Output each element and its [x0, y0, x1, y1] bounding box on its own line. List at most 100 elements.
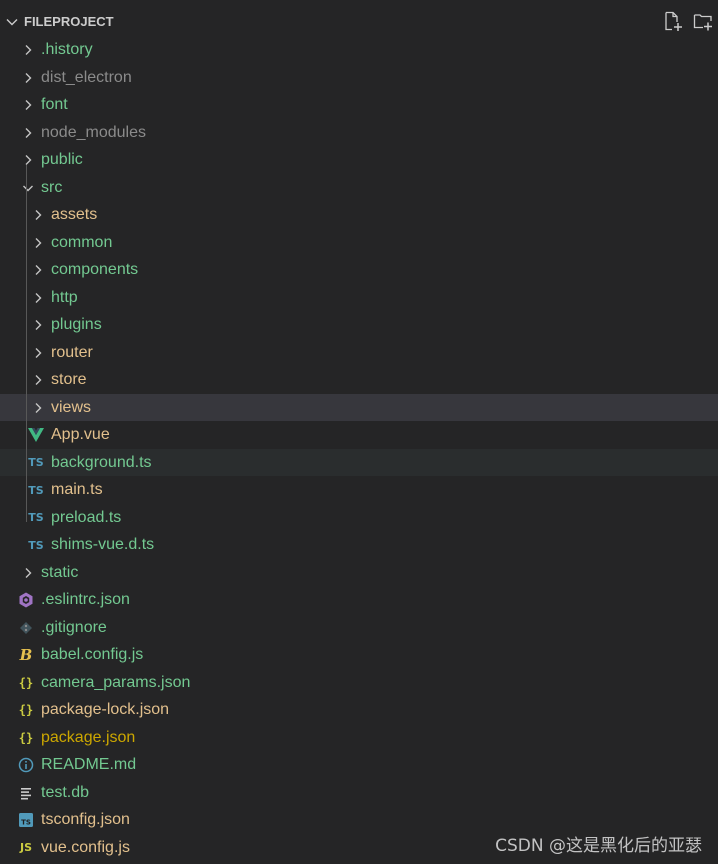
tree-item-label: plugins	[51, 316, 102, 333]
file-explorer: FILEPROJECT .history dist_electronfont nod…	[0, 0, 718, 864]
chevron-right-icon[interactable]	[21, 97, 35, 111]
file-item-main-ts[interactable]: TS main.ts	[0, 476, 718, 504]
file-tree: .history dist_electronfont node_modulespub…	[0, 36, 718, 861]
tree-item-label: font	[41, 96, 68, 113]
tree-item-label: package.json	[41, 728, 136, 746]
javascript-icon: JS	[19, 841, 32, 854]
tree-item-label: http	[51, 288, 78, 306]
file-item-gitignore[interactable]: .gitignore	[0, 614, 718, 642]
watermark: CSDN @这是黑化后的亚瑟	[495, 836, 702, 856]
tree-item-label: vue.config.js	[41, 838, 130, 856]
tree-item-label: babel.config.js	[41, 646, 144, 663]
explorer-actions	[662, 10, 714, 34]
project-title: FILEPROJECT	[24, 14, 114, 29]
folder-item-assets[interactable]: assets	[0, 201, 718, 229]
folder-item-node-modules[interactable]: node_modules	[0, 119, 718, 147]
tree-item-label: components	[51, 261, 139, 278]
lines-icon	[17, 784, 35, 802]
folder-item-history[interactable]: .history	[0, 36, 718, 64]
tree-item-label: preload.ts	[51, 508, 122, 526]
typescript-icon: TS	[28, 456, 44, 469]
tree-item-label: node_modules	[41, 123, 146, 141]
tree-item-label: router	[51, 343, 93, 361]
file-item-package-json[interactable]: {} package.json	[0, 724, 718, 752]
babel-icon: B	[19, 646, 33, 664]
file-item-app-vue[interactable]: App.vue	[0, 421, 718, 449]
chevron-right-icon[interactable]	[31, 317, 45, 331]
file-item-tsconfig-json[interactable]: TS tsconfig.json	[0, 806, 718, 834]
file-item-package-lock-json[interactable]: {} package-lock.json	[0, 696, 718, 724]
chevron-right-icon[interactable]	[31, 207, 45, 221]
folder-item-static[interactable]: static	[0, 559, 718, 587]
folder-item-public[interactable]: public	[0, 146, 718, 174]
typescript-icon: TS	[28, 511, 44, 524]
file-item-background-ts[interactable]: TS background.ts	[0, 448, 718, 476]
chevron-right-icon[interactable]	[21, 125, 35, 139]
chevron-right-icon[interactable]	[31, 372, 45, 386]
vue-icon	[27, 426, 45, 444]
git-icon	[17, 619, 35, 637]
tree-item-label: assets	[51, 206, 98, 223]
folder-item-views[interactable]: views	[0, 393, 718, 421]
folder-item-font[interactable]: font	[0, 91, 718, 119]
chevron-right-icon[interactable]	[21, 152, 35, 166]
tree-item-label: .history	[41, 41, 93, 58]
folder-item-store[interactable]: store	[0, 366, 718, 394]
tree-item-label: background.ts	[51, 453, 152, 471]
eslint-icon	[17, 591, 35, 609]
json-icon: {}	[18, 675, 34, 690]
chevron-right-icon[interactable]	[31, 262, 45, 276]
file-item-eslintrc-json[interactable]: .eslintrc.json	[0, 586, 718, 614]
folder-item-plugins[interactable]: plugins	[0, 311, 718, 339]
tree-item-label: tsconfig.json	[41, 811, 130, 828]
typescript-icon: TS	[28, 538, 44, 552]
tree-item-label: public	[41, 151, 83, 168]
file-item-test-db[interactable]: test.db	[0, 779, 718, 807]
tree-item-label: dist_electron	[41, 68, 132, 86]
chevron-down-icon[interactable]	[4, 14, 20, 30]
chevron-right-icon[interactable]	[31, 400, 45, 414]
chevron-right-icon[interactable]	[31, 290, 45, 304]
tree-item-label: main.ts	[51, 481, 103, 498]
folder-item-http[interactable]: http	[0, 284, 718, 312]
json-icon: {}	[18, 703, 34, 717]
tree-item-label: test.db	[41, 783, 90, 801]
tree-item-label: README.md	[41, 756, 137, 773]
indent-guide	[26, 165, 27, 522]
chevron-right-icon[interactable]	[21, 565, 35, 579]
folder-item-common[interactable]: common	[0, 229, 718, 257]
file-item-babel-config-js[interactable]: Bbabel.config.js	[0, 641, 718, 669]
file-item-preload-ts[interactable]: TS preload.ts	[0, 504, 718, 532]
chevron-right-icon[interactable]	[21, 42, 35, 56]
tsconfig-icon: TS	[17, 811, 35, 829]
tree-item-label: src	[41, 178, 63, 196]
file-item-readme-md[interactable]: README.md	[0, 751, 718, 779]
tree-item-label: App.vue	[51, 426, 110, 443]
folder-item-components[interactable]: components	[0, 256, 718, 284]
json-icon: {}	[18, 730, 34, 745]
chevron-right-icon[interactable]	[21, 70, 35, 84]
tree-item-label: package-lock.json	[41, 701, 170, 718]
chevron-right-icon[interactable]	[31, 235, 45, 249]
explorer-header[interactable]: FILEPROJECT	[0, 8, 718, 36]
chevron-down-icon[interactable]	[21, 180, 35, 194]
folder-item-src[interactable]: src	[0, 174, 718, 202]
tree-item-label: .eslintrc.json	[41, 591, 130, 608]
folder-item-dist-electron[interactable]: dist_electron	[0, 64, 718, 92]
tree-item-label: camera_params.json	[41, 673, 191, 691]
new-folder-icon[interactable]	[692, 10, 714, 32]
new-file-icon[interactable]	[662, 10, 684, 32]
chevron-right-icon[interactable]	[31, 345, 45, 359]
tree-item-label: common	[51, 233, 113, 251]
tree-item-label: static	[41, 563, 79, 581]
file-item-shims-vue-d-ts[interactable]: TS shims-vue.d.ts	[0, 531, 718, 559]
tree-item-label: .gitignore	[41, 618, 107, 636]
tree-item-label: views	[51, 398, 92, 416]
tree-item-label: store	[51, 371, 87, 388]
file-item-camera-params-json[interactable]: {} camera_params.json	[0, 669, 718, 697]
svg-text:TS: TS	[21, 819, 31, 827]
tree-item-label: shims-vue.d.ts	[51, 536, 155, 553]
typescript-icon: TS	[28, 483, 44, 497]
info-icon	[17, 756, 35, 774]
folder-item-router[interactable]: router	[0, 339, 718, 367]
